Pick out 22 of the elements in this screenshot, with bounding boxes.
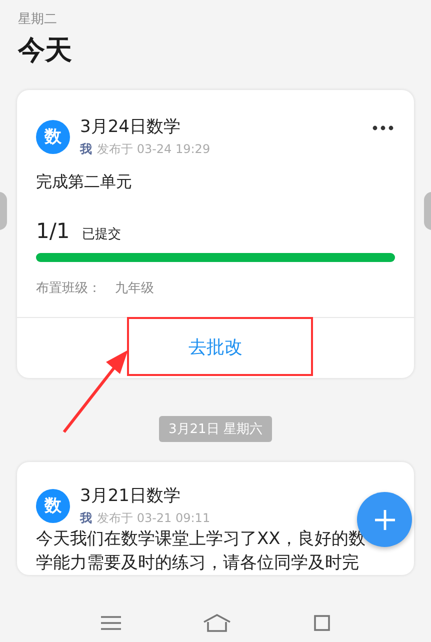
menu-icon[interactable]: [100, 615, 122, 631]
assignment-title: 3月21日数学: [80, 485, 180, 507]
assignment-text: 完成第二单元: [35, 171, 133, 193]
class-value: 九年级: [115, 281, 154, 296]
class-label: 布置班级：: [36, 281, 101, 296]
page-title: 今天: [18, 34, 73, 68]
more-icon[interactable]: [372, 125, 394, 131]
back-icon[interactable]: [312, 614, 331, 632]
author-name: 我: [80, 142, 92, 156]
assignment-title: 3月24日数学: [80, 116, 180, 138]
assignment-text: 今天我们在数学课堂上学习了XX，良好的数 学能力需要及时的练习，请各位同学及时完: [36, 528, 366, 575]
subject-avatar: 数: [36, 488, 70, 522]
submitted-count: 1/1: [36, 219, 70, 243]
subject-avatar: 数: [36, 120, 70, 154]
post-time: 发布于 03-21 09:11: [97, 511, 210, 525]
weekday-label: 星期二: [18, 11, 58, 28]
post-time: 发布于 03-24 19:29: [97, 142, 210, 156]
review-button[interactable]: 去批改: [168, 318, 262, 378]
home-icon[interactable]: [202, 613, 232, 633]
submitted-label: 已提交: [82, 226, 121, 243]
plus-icon: [374, 508, 396, 530]
author-name: 我: [80, 511, 92, 525]
